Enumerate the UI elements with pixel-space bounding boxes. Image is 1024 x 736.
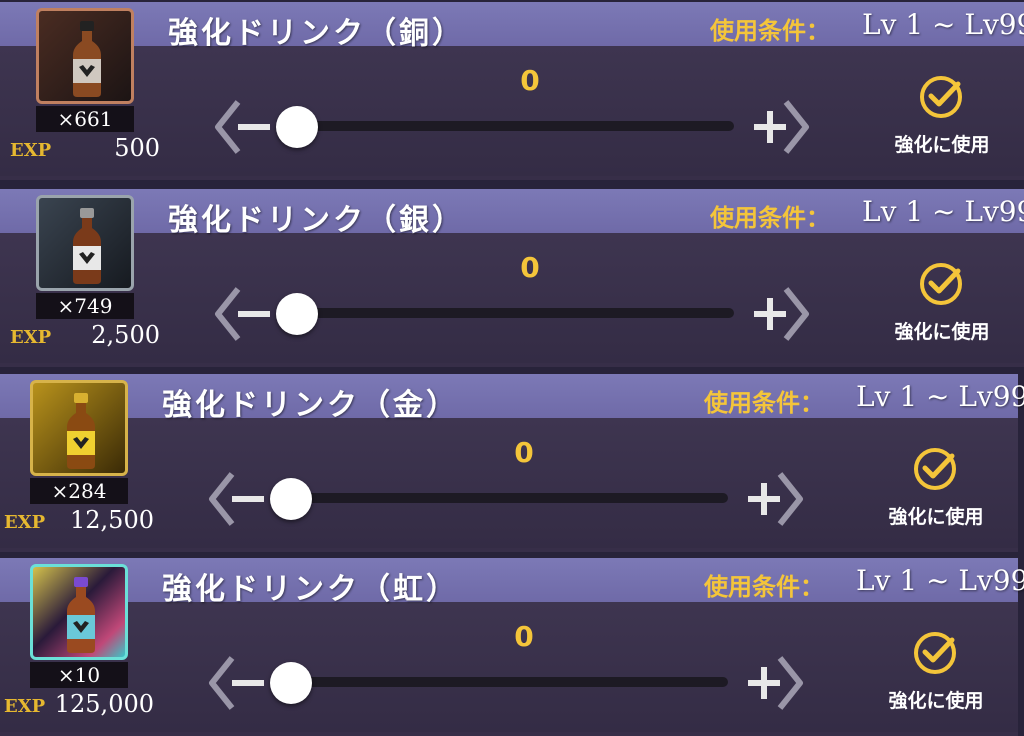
usage-condition-label: 使用条件： xyxy=(704,389,824,417)
increase-button[interactable] xyxy=(750,285,812,343)
use-for-enhance-label[interactable]: 強化に使用 xyxy=(860,130,1024,157)
usage-condition-label: 使用条件： xyxy=(704,573,824,601)
quantity-slider-knob[interactable] xyxy=(270,478,312,520)
item-icon-silver-drink xyxy=(36,195,134,291)
exp-label: EXP xyxy=(10,140,52,161)
increase-button[interactable] xyxy=(744,654,806,712)
decrease-button[interactable] xyxy=(212,98,274,156)
increase-button[interactable] xyxy=(750,98,812,156)
exp-value: 2,500 xyxy=(91,321,160,349)
quantity-slider-knob[interactable] xyxy=(276,293,318,335)
quantity-slider-track[interactable] xyxy=(274,677,728,687)
use-for-enhance-check-icon[interactable] xyxy=(912,630,958,676)
decrease-button[interactable] xyxy=(212,285,274,343)
quantity-slider-knob[interactable] xyxy=(270,662,312,704)
level-range: Lv 1 ~ Lv99 xyxy=(862,195,1024,228)
use-for-enhance-label[interactable]: 強化に使用 xyxy=(860,317,1024,344)
use-for-enhance-check-icon[interactable] xyxy=(912,446,958,492)
exp-value: 500 xyxy=(114,134,160,162)
exp-value: 125,000 xyxy=(54,690,154,718)
quantity-slider-track[interactable] xyxy=(280,121,734,131)
item-panel-rainbow: 強化ドリンク（虹） 使用条件： Lv 1 ~ Lv99 ×10 EXP 125,… xyxy=(0,558,1024,736)
selected-quantity: 0 xyxy=(520,64,540,97)
exp-value: 12,500 xyxy=(70,506,154,534)
drink-bottle-icon xyxy=(73,208,101,284)
item-title: 強化ドリンク（虹） xyxy=(162,572,459,607)
item-title: 強化ドリンク（銀） xyxy=(168,203,465,238)
item-title: 強化ドリンク（銅） xyxy=(168,16,465,51)
item-icon-gold-drink xyxy=(30,380,128,476)
selected-quantity: 0 xyxy=(514,436,534,469)
decrease-button[interactable] xyxy=(206,470,268,528)
exp-label: EXP xyxy=(4,696,46,717)
quantity-slider-track[interactable] xyxy=(274,493,728,503)
drink-bottle-icon xyxy=(67,577,95,653)
exp-label: EXP xyxy=(10,327,52,348)
decrease-button[interactable] xyxy=(206,654,268,712)
item-count: ×749 xyxy=(36,293,134,319)
item-panel-silver: 強化ドリンク（銀） 使用条件： Lv 1 ~ Lv99 ×749 EXP 2,5… xyxy=(0,189,1024,367)
item-icon-bronze-drink xyxy=(36,8,134,104)
quantity-slider-knob[interactable] xyxy=(276,106,318,148)
level-range: Lv 1 ~ Lv99 xyxy=(862,8,1024,41)
level-range: Lv 1 ~ Lv99 xyxy=(856,564,1024,597)
item-count: ×10 xyxy=(30,662,128,688)
use-for-enhance-label[interactable]: 強化に使用 xyxy=(854,686,1018,713)
exp-label: EXP xyxy=(4,512,46,533)
use-for-enhance-check-icon[interactable] xyxy=(918,74,964,120)
item-panel-gold: 強化ドリンク（金） 使用条件： Lv 1 ~ Lv99 ×284 EXP 12,… xyxy=(0,374,1024,552)
selected-quantity: 0 xyxy=(514,620,534,653)
increase-button[interactable] xyxy=(744,470,806,528)
item-icon-rainbow-drink xyxy=(30,564,128,660)
item-title: 強化ドリンク（金） xyxy=(162,388,459,423)
usage-condition-label: 使用条件： xyxy=(710,204,830,232)
usage-condition-label: 使用条件： xyxy=(710,17,830,45)
item-count: ×284 xyxy=(30,478,128,504)
use-for-enhance-check-icon[interactable] xyxy=(918,261,964,307)
drink-bottle-icon xyxy=(67,393,95,469)
level-range: Lv 1 ~ Lv99 xyxy=(856,380,1024,413)
selected-quantity: 0 xyxy=(520,251,540,284)
quantity-slider-track[interactable] xyxy=(280,308,734,318)
item-panel-bronze: 強化ドリンク（銅） 使用条件： Lv 1 ~ Lv99 ×661 EXP 500… xyxy=(0,2,1024,180)
item-count: ×661 xyxy=(36,106,134,132)
use-for-enhance-label[interactable]: 強化に使用 xyxy=(854,502,1018,529)
drink-bottle-icon xyxy=(73,21,101,97)
